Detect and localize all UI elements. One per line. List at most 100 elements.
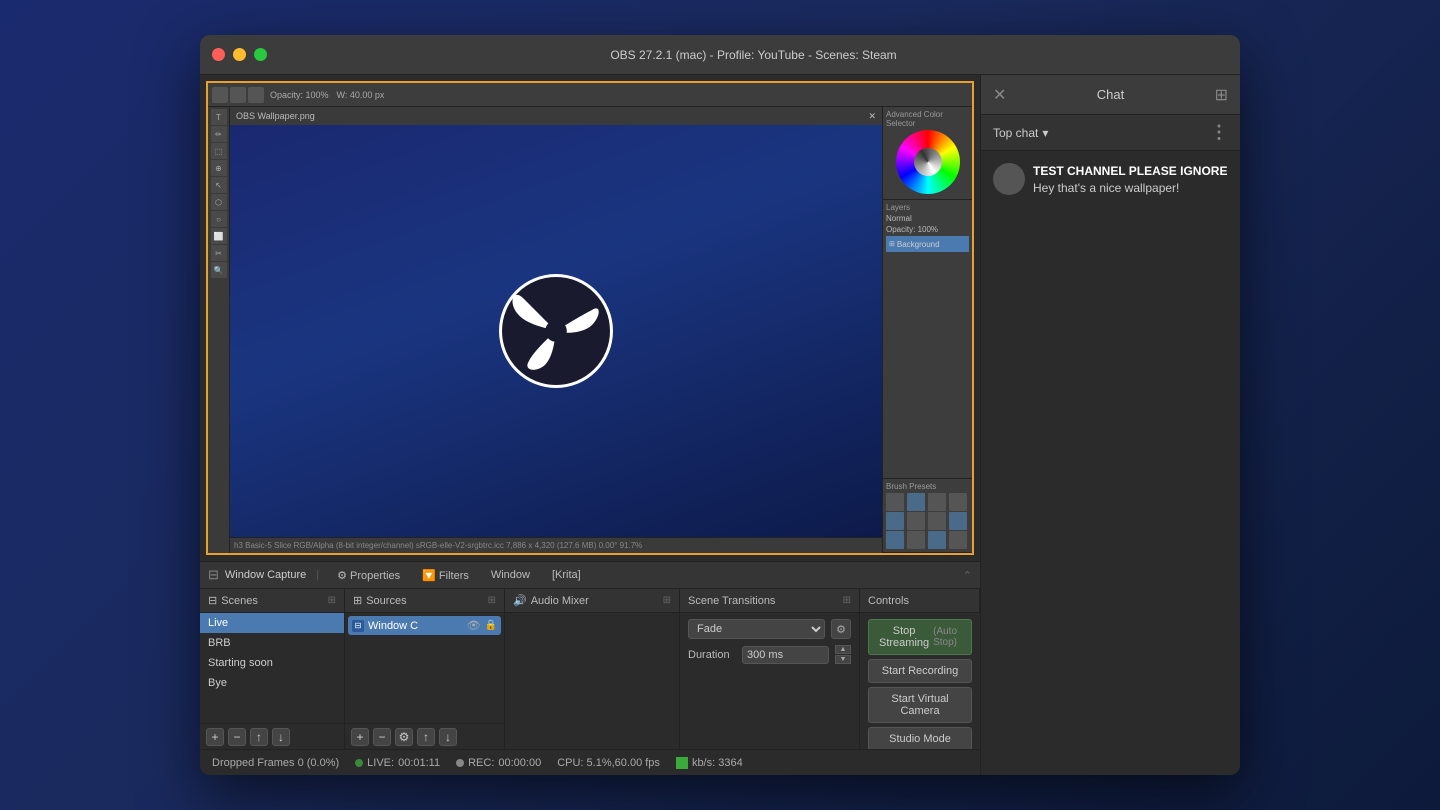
- krita-close-btn[interactable]: ✕: [868, 111, 876, 122]
- sources-settings-btn[interactable]: ⚙: [395, 728, 413, 746]
- krita-window: Opacity: 100% W: 40.00 px T ✏ ⬚ ⊕ ↖: [208, 83, 972, 553]
- layer-item[interactable]: ⊞ Background: [886, 236, 969, 252]
- krita-tool[interactable]: ○: [211, 211, 227, 227]
- tab-krita[interactable]: [Krita]: [544, 567, 589, 583]
- tab-filters[interactable]: 🔽 Filters: [414, 567, 477, 584]
- krita-tool[interactable]: ⬡: [211, 194, 227, 210]
- transitions-expand[interactable]: ⊞: [843, 595, 851, 606]
- minimize-button[interactable]: [233, 48, 246, 61]
- brush-item[interactable]: [886, 512, 904, 530]
- obs-area: Opacity: 100% W: 40.00 px T ✏ ⬚ ⊕ ↖: [200, 75, 980, 775]
- stop-streaming-button[interactable]: Stop Streaming (Auto Stop): [868, 619, 972, 655]
- sources-label: Sources: [366, 595, 406, 607]
- krita-statusbar: h3 Basic-5 Slice RGB/Alpha (8-bit intege…: [230, 537, 882, 553]
- rec-time: 00:00:00: [498, 757, 541, 769]
- live-label: LIVE:: [367, 757, 394, 769]
- krita-tb-btn[interactable]: [230, 87, 246, 103]
- scenes-down-btn[interactable]: ↓: [272, 728, 290, 746]
- transition-settings-btn[interactable]: ⚙: [831, 619, 851, 639]
- krita-tool[interactable]: ⬜: [211, 228, 227, 244]
- audio-expand[interactable]: ⊞: [663, 595, 671, 606]
- tab-properties[interactable]: ⚙ Properties: [329, 567, 408, 584]
- controls-panel-header[interactable]: Controls: [860, 589, 980, 612]
- krita-tab-label: OBS Wallpaper.png: [236, 111, 315, 121]
- studio-mode-button[interactable]: Studio Mode: [868, 727, 972, 749]
- chat-title: Chat: [1006, 87, 1214, 102]
- brush-item[interactable]: [886, 531, 904, 549]
- tab-window[interactable]: Window: [483, 567, 538, 583]
- duration-label: Duration: [688, 649, 736, 661]
- krita-body: T ✏ ⬚ ⊕ ↖ ⬡ ○ ⬜ ✂ 🔍: [208, 107, 972, 553]
- scene-item-starting-soon[interactable]: Starting soon: [200, 653, 344, 673]
- krita-tool[interactable]: T: [211, 109, 227, 125]
- duration-up-btn[interactable]: ▲: [835, 645, 851, 654]
- brush-item[interactable]: [928, 493, 946, 511]
- scene-item-bye[interactable]: Bye: [200, 673, 344, 693]
- dropped-frames-status: Dropped Frames 0 (0.0%): [212, 757, 339, 769]
- sources-up-btn[interactable]: ↑: [417, 728, 435, 746]
- source-lock-btn[interactable]: 🔒: [485, 620, 497, 631]
- chat-close-btn[interactable]: ✕: [993, 85, 1006, 105]
- duration-down-btn[interactable]: ▼: [835, 655, 851, 664]
- chat-more-btn[interactable]: ⋮: [1210, 122, 1228, 143]
- transitions-panel-header[interactable]: Scene Transitions ⊞: [680, 589, 860, 612]
- scenes-up-btn[interactable]: ↑: [250, 728, 268, 746]
- scene-item-brb[interactable]: BRB: [200, 633, 344, 653]
- krita-tool[interactable]: 🔍: [211, 262, 227, 278]
- brush-item[interactable]: [949, 512, 967, 530]
- source-visibility-btn[interactable]: 👁: [467, 619, 481, 632]
- krita-opacity: Opacity: 100% W: 40.00 px: [270, 90, 384, 100]
- krita-tool[interactable]: ↖: [211, 177, 227, 193]
- dropped-frames-text: Dropped Frames 0 (0.0%): [212, 757, 339, 769]
- sources-remove-btn[interactable]: −: [373, 728, 391, 746]
- scene-item-live[interactable]: Live: [200, 613, 344, 633]
- layer-opacity: Opacity: 100%: [886, 225, 969, 234]
- audio-panel-header[interactable]: 🔊 Audio Mixer ⊞: [505, 589, 680, 612]
- brush-item[interactable]: [949, 493, 967, 511]
- audio-icon: 🔊: [513, 594, 527, 607]
- scene-list: Live BRB Starting soon Bye: [200, 613, 344, 723]
- krita-tb-btn[interactable]: [212, 87, 228, 103]
- sources-add-btn[interactable]: +: [351, 728, 369, 746]
- brush-item[interactable]: [886, 493, 904, 511]
- preview-canvas: Opacity: 100% W: 40.00 px T ✏ ⬚ ⊕ ↖: [208, 83, 972, 553]
- krita-tb-btn[interactable]: [248, 87, 264, 103]
- krita-tool[interactable]: ✏: [211, 126, 227, 142]
- sources-down-btn[interactable]: ↓: [439, 728, 457, 746]
- krita-tool[interactable]: ⬚: [211, 143, 227, 159]
- maximize-button[interactable]: [254, 48, 267, 61]
- top-chat-dropdown[interactable]: Top chat ▾: [993, 126, 1048, 140]
- brush-item[interactable]: [907, 493, 925, 511]
- start-recording-button[interactable]: Start Recording: [868, 659, 972, 683]
- cpu-text: CPU: 5.1%,60.00 fps: [557, 757, 660, 769]
- duration-input[interactable]: [742, 646, 829, 664]
- auto-stop-label: (Auto Stop): [929, 626, 961, 648]
- krita-tool[interactable]: ✂: [211, 245, 227, 261]
- scenes-add-btn[interactable]: +: [206, 728, 224, 746]
- brush-grid: [886, 493, 969, 549]
- color-wheel[interactable]: [896, 130, 960, 194]
- traffic-lights: [212, 48, 267, 61]
- source-bar-expand[interactable]: ⌃: [963, 569, 972, 582]
- chat-message-content: TEST CHANNEL PLEASE IGNORE Hey that's a …: [1033, 163, 1228, 197]
- scenes-remove-btn[interactable]: −: [228, 728, 246, 746]
- scenes-expand[interactable]: ⊞: [328, 595, 336, 606]
- start-virtual-camera-button[interactable]: Start Virtual Camera: [868, 687, 972, 723]
- source-item-window-capture[interactable]: ⊟ Window C 👁 🔒: [348, 616, 501, 635]
- layer-icon: ⊞: [889, 240, 895, 248]
- stop-streaming-label: Stop Streaming: [879, 625, 929, 649]
- transition-select[interactable]: Fade Cut Swipe: [688, 619, 825, 639]
- close-button[interactable]: [212, 48, 225, 61]
- sources-panel-header[interactable]: ⊞ Sources ⊞: [345, 589, 505, 612]
- brush-item[interactable]: [928, 512, 946, 530]
- chat-popout-btn[interactable]: ⊞: [1215, 85, 1228, 105]
- krita-status-text: h3 Basic-5 Slice RGB/Alpha (8-bit intege…: [234, 541, 642, 550]
- sources-expand[interactable]: ⊞: [488, 595, 496, 606]
- krita-tool[interactable]: ⊕: [211, 160, 227, 176]
- brush-item[interactable]: [907, 512, 925, 530]
- brush-item[interactable]: [928, 531, 946, 549]
- brush-item[interactable]: [907, 531, 925, 549]
- brush-item[interactable]: [949, 531, 967, 549]
- scenes-panel-header[interactable]: ⊟ Scenes ⊞: [200, 589, 345, 612]
- kbps-text: kb/s: 3364: [692, 757, 743, 769]
